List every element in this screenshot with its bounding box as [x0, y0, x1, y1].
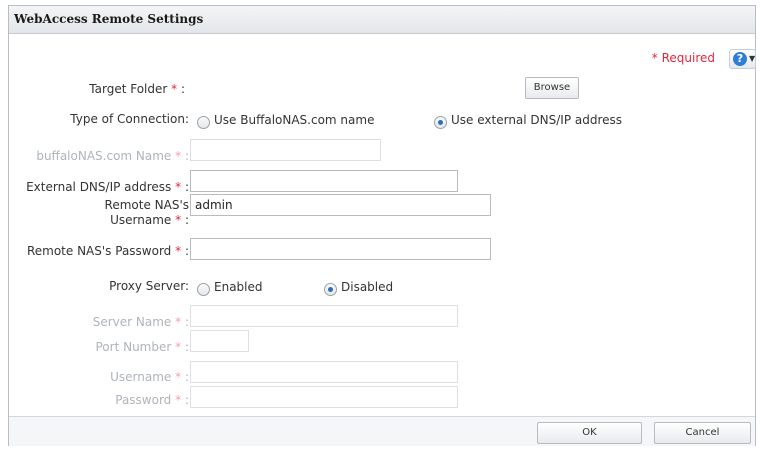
radio-proxy-enabled-label: Enabled — [214, 280, 263, 294]
radio-proxy-disabled-label: Disabled — [341, 280, 394, 294]
ok-button[interactable]: OK — [537, 422, 642, 444]
proxy-server-label: Proxy Server: — [109, 279, 189, 293]
radio-buffalonas-name-label: Use BuffaloNAS.com name — [214, 113, 375, 127]
radio-proxy-disabled[interactable] — [324, 283, 337, 296]
caret-down-icon: ▼ — [749, 54, 756, 63]
proxy-password-input[interactable] — [190, 386, 458, 408]
target-folder-label: Target Folder * : — [89, 82, 185, 96]
radio-buffalonas-name[interactable] — [197, 116, 210, 129]
dialog-titlebar: WebAccess Remote Settings — [9, 6, 755, 34]
dialog-title: WebAccess Remote Settings — [14, 12, 204, 26]
buffalonas-name-label: buffaloNAS.com Name * : — [36, 149, 189, 163]
port-number-input[interactable] — [190, 330, 249, 352]
remote-password-label: Remote NAS's Password * : — [26, 244, 189, 258]
browse-button[interactable]: Browse — [525, 77, 579, 99]
help-button[interactable]: ? ▼ — [729, 49, 756, 69]
dialog-footer: OK Cancel — [9, 416, 755, 446]
radio-external-dns-label: Use external DNS/IP address — [451, 113, 623, 127]
proxy-username-label: Username * : — [110, 370, 189, 384]
proxy-username-input[interactable] — [190, 361, 458, 383]
cancel-button[interactable]: Cancel — [654, 422, 751, 444]
remote-username-label: Remote NAS's Username * : — [104, 198, 189, 227]
question-circle-icon: ? — [733, 52, 747, 66]
server-name-input[interactable] — [190, 305, 458, 327]
remote-password-input[interactable] — [190, 238, 491, 260]
port-number-label: Port Number * : — [95, 340, 190, 354]
proxy-password-label: Password * : — [115, 393, 189, 407]
remote-username-input[interactable]: admin — [190, 194, 491, 216]
connection-type-label: Type of Connection: — [70, 112, 189, 126]
external-dns-input[interactable] — [190, 170, 458, 192]
server-name-label: Server Name * : — [92, 315, 189, 329]
radio-external-dns[interactable] — [434, 116, 447, 129]
buffalonas-name-input[interactable] — [190, 139, 381, 161]
radio-proxy-enabled[interactable] — [197, 283, 210, 296]
external-dns-label: External DNS/IP address * : — [26, 180, 189, 194]
required-note: * Required — [651, 51, 715, 65]
webaccess-settings-dialog: WebAccess Remote Settings * Required ? ▼… — [8, 5, 756, 446]
